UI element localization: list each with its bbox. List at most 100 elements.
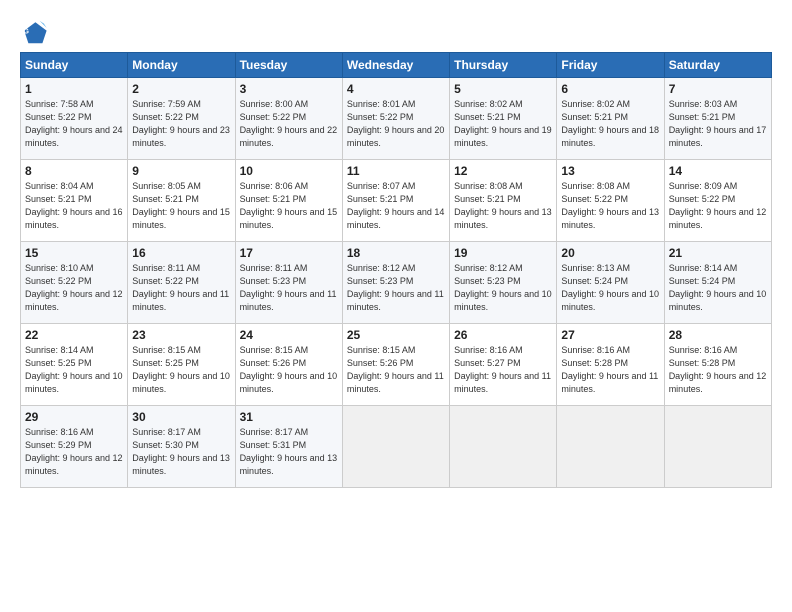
day-detail: Sunrise: 8:15 AMSunset: 5:26 PMDaylight:… xyxy=(347,344,445,396)
day-number: 26 xyxy=(454,328,552,342)
day-cell: 3 Sunrise: 8:00 AMSunset: 5:22 PMDaylight… xyxy=(235,78,342,160)
day-detail: Sunrise: 8:06 AMSunset: 5:21 PMDaylight:… xyxy=(240,180,338,232)
day-number: 2 xyxy=(132,82,230,96)
header-cell-monday: Monday xyxy=(128,53,235,78)
week-row-3: 15 Sunrise: 8:10 AMSunset: 5:22 PMDayligh… xyxy=(21,242,772,324)
day-number: 14 xyxy=(669,164,767,178)
day-number: 23 xyxy=(132,328,230,342)
day-cell: 22 Sunrise: 8:14 AMSunset: 5:25 PMDayligh… xyxy=(21,324,128,406)
day-cell xyxy=(342,406,449,488)
day-detail: Sunrise: 8:15 AMSunset: 5:25 PMDaylight:… xyxy=(132,344,230,396)
calendar-header: SundayMondayTuesdayWednesdayThursdayFrid… xyxy=(21,53,772,78)
day-detail: Sunrise: 7:58 AMSunset: 5:22 PMDaylight:… xyxy=(25,98,123,150)
day-cell: 10 Sunrise: 8:06 AMSunset: 5:21 PMDayligh… xyxy=(235,160,342,242)
day-detail: Sunrise: 8:07 AMSunset: 5:21 PMDaylight:… xyxy=(347,180,445,232)
day-number: 5 xyxy=(454,82,552,96)
logo: G xyxy=(20,18,52,46)
day-detail: Sunrise: 8:16 AMSunset: 5:27 PMDaylight:… xyxy=(454,344,552,396)
day-cell: 9 Sunrise: 8:05 AMSunset: 5:21 PMDaylight… xyxy=(128,160,235,242)
svg-text:G: G xyxy=(24,28,30,35)
day-number: 19 xyxy=(454,246,552,260)
day-number: 24 xyxy=(240,328,338,342)
header-row: SundayMondayTuesdayWednesdayThursdayFrid… xyxy=(21,53,772,78)
day-detail: Sunrise: 8:05 AMSunset: 5:21 PMDaylight:… xyxy=(132,180,230,232)
day-number: 12 xyxy=(454,164,552,178)
day-number: 28 xyxy=(669,328,767,342)
day-number: 10 xyxy=(240,164,338,178)
day-cell: 23 Sunrise: 8:15 AMSunset: 5:25 PMDayligh… xyxy=(128,324,235,406)
day-number: 30 xyxy=(132,410,230,424)
day-detail: Sunrise: 8:16 AMSunset: 5:28 PMDaylight:… xyxy=(561,344,659,396)
day-cell: 17Sunrise: 8:11 AMSunset: 5:23 PMDayligh… xyxy=(235,242,342,324)
week-row-1: 1 Sunrise: 7:58 AMSunset: 5:22 PMDaylight… xyxy=(21,78,772,160)
day-number: 22 xyxy=(25,328,123,342)
day-number: 31 xyxy=(240,410,338,424)
day-cell: 29 Sunrise: 8:16 AMSunset: 5:29 PMDayligh… xyxy=(21,406,128,488)
day-detail: Sunrise: 8:16 AMSunset: 5:29 PMDaylight:… xyxy=(25,426,123,478)
day-number: 21 xyxy=(669,246,767,260)
day-detail: Sunrise: 8:02 AMSunset: 5:21 PMDaylight:… xyxy=(454,98,552,150)
header-cell-tuesday: Tuesday xyxy=(235,53,342,78)
day-cell: 19 Sunrise: 8:12 AMSunset: 5:23 PMDayligh… xyxy=(450,242,557,324)
header-cell-wednesday: Wednesday xyxy=(342,53,449,78)
day-cell: 27Sunrise: 8:16 AMSunset: 5:28 PMDayligh… xyxy=(557,324,664,406)
calendar-body: 1 Sunrise: 7:58 AMSunset: 5:22 PMDaylight… xyxy=(21,78,772,488)
header-cell-friday: Friday xyxy=(557,53,664,78)
day-number: 13 xyxy=(561,164,659,178)
day-detail: Sunrise: 8:01 AMSunset: 5:22 PMDaylight:… xyxy=(347,98,445,150)
day-detail: Sunrise: 8:17 AMSunset: 5:31 PMDaylight:… xyxy=(240,426,338,478)
day-cell: 16Sunrise: 8:11 AMSunset: 5:22 PMDayligh… xyxy=(128,242,235,324)
day-number: 15 xyxy=(25,246,123,260)
day-cell: 26 Sunrise: 8:16 AMSunset: 5:27 PMDayligh… xyxy=(450,324,557,406)
day-number: 29 xyxy=(25,410,123,424)
day-cell: 13 Sunrise: 8:08 AMSunset: 5:22 PMDayligh… xyxy=(557,160,664,242)
day-detail: Sunrise: 8:00 AMSunset: 5:22 PMDaylight:… xyxy=(240,98,338,150)
day-detail: Sunrise: 8:12 AMSunset: 5:23 PMDaylight:… xyxy=(454,262,552,314)
day-cell: 24 Sunrise: 8:15 AMSunset: 5:26 PMDayligh… xyxy=(235,324,342,406)
day-cell: 4Sunrise: 8:01 AMSunset: 5:22 PMDaylight… xyxy=(342,78,449,160)
day-detail: Sunrise: 8:14 AMSunset: 5:25 PMDaylight:… xyxy=(25,344,123,396)
day-number: 18 xyxy=(347,246,445,260)
day-cell: 31 Sunrise: 8:17 AMSunset: 5:31 PMDayligh… xyxy=(235,406,342,488)
day-cell: 15 Sunrise: 8:10 AMSunset: 5:22 PMDayligh… xyxy=(21,242,128,324)
day-number: 1 xyxy=(25,82,123,96)
day-detail: Sunrise: 8:11 AMSunset: 5:22 PMDaylight:… xyxy=(132,262,230,314)
day-cell: 21Sunrise: 8:14 AMSunset: 5:24 PMDayligh… xyxy=(664,242,771,324)
day-detail: Sunrise: 8:11 AMSunset: 5:23 PMDaylight:… xyxy=(240,262,338,314)
day-cell: 1 Sunrise: 7:58 AMSunset: 5:22 PMDaylight… xyxy=(21,78,128,160)
header-cell-saturday: Saturday xyxy=(664,53,771,78)
day-cell: 28Sunrise: 8:16 AMSunset: 5:28 PMDayligh… xyxy=(664,324,771,406)
day-detail: Sunrise: 8:15 AMSunset: 5:26 PMDaylight:… xyxy=(240,344,338,396)
day-cell: 30 Sunrise: 8:17 AMSunset: 5:30 PMDayligh… xyxy=(128,406,235,488)
day-number: 7 xyxy=(669,82,767,96)
day-cell: 8Sunrise: 8:04 AMSunset: 5:21 PMDaylight… xyxy=(21,160,128,242)
day-cell xyxy=(664,406,771,488)
day-detail: Sunrise: 8:04 AMSunset: 5:21 PMDaylight:… xyxy=(25,180,123,232)
day-detail: Sunrise: 8:08 AMSunset: 5:22 PMDaylight:… xyxy=(561,180,659,232)
day-cell: 2 Sunrise: 7:59 AMSunset: 5:22 PMDaylight… xyxy=(128,78,235,160)
day-cell xyxy=(557,406,664,488)
header-cell-thursday: Thursday xyxy=(450,53,557,78)
day-detail: Sunrise: 7:59 AMSunset: 5:22 PMDaylight:… xyxy=(132,98,230,150)
day-detail: Sunrise: 8:12 AMSunset: 5:23 PMDaylight:… xyxy=(347,262,445,314)
day-detail: Sunrise: 8:10 AMSunset: 5:22 PMDaylight:… xyxy=(25,262,123,314)
day-number: 20 xyxy=(561,246,659,260)
week-row-4: 22 Sunrise: 8:14 AMSunset: 5:25 PMDayligh… xyxy=(21,324,772,406)
day-detail: Sunrise: 8:17 AMSunset: 5:30 PMDaylight:… xyxy=(132,426,230,478)
day-detail: Sunrise: 8:09 AMSunset: 5:22 PMDaylight:… xyxy=(669,180,767,232)
day-number: 3 xyxy=(240,82,338,96)
day-number: 9 xyxy=(132,164,230,178)
header-cell-sunday: Sunday xyxy=(21,53,128,78)
logo-icon: G xyxy=(20,18,48,46)
day-detail: Sunrise: 8:13 AMSunset: 5:24 PMDaylight:… xyxy=(561,262,659,314)
week-row-2: 8Sunrise: 8:04 AMSunset: 5:21 PMDaylight… xyxy=(21,160,772,242)
day-cell: 6Sunrise: 8:02 AMSunset: 5:21 PMDaylight… xyxy=(557,78,664,160)
day-detail: Sunrise: 8:08 AMSunset: 5:21 PMDaylight:… xyxy=(454,180,552,232)
day-cell: 18 Sunrise: 8:12 AMSunset: 5:23 PMDayligh… xyxy=(342,242,449,324)
day-number: 6 xyxy=(561,82,659,96)
week-row-5: 29 Sunrise: 8:16 AMSunset: 5:29 PMDayligh… xyxy=(21,406,772,488)
day-detail: Sunrise: 8:03 AMSunset: 5:21 PMDaylight:… xyxy=(669,98,767,150)
day-cell: 14 Sunrise: 8:09 AMSunset: 5:22 PMDayligh… xyxy=(664,160,771,242)
day-cell: 11Sunrise: 8:07 AMSunset: 5:21 PMDayligh… xyxy=(342,160,449,242)
calendar-table: SundayMondayTuesdayWednesdayThursdayFrid… xyxy=(20,52,772,488)
